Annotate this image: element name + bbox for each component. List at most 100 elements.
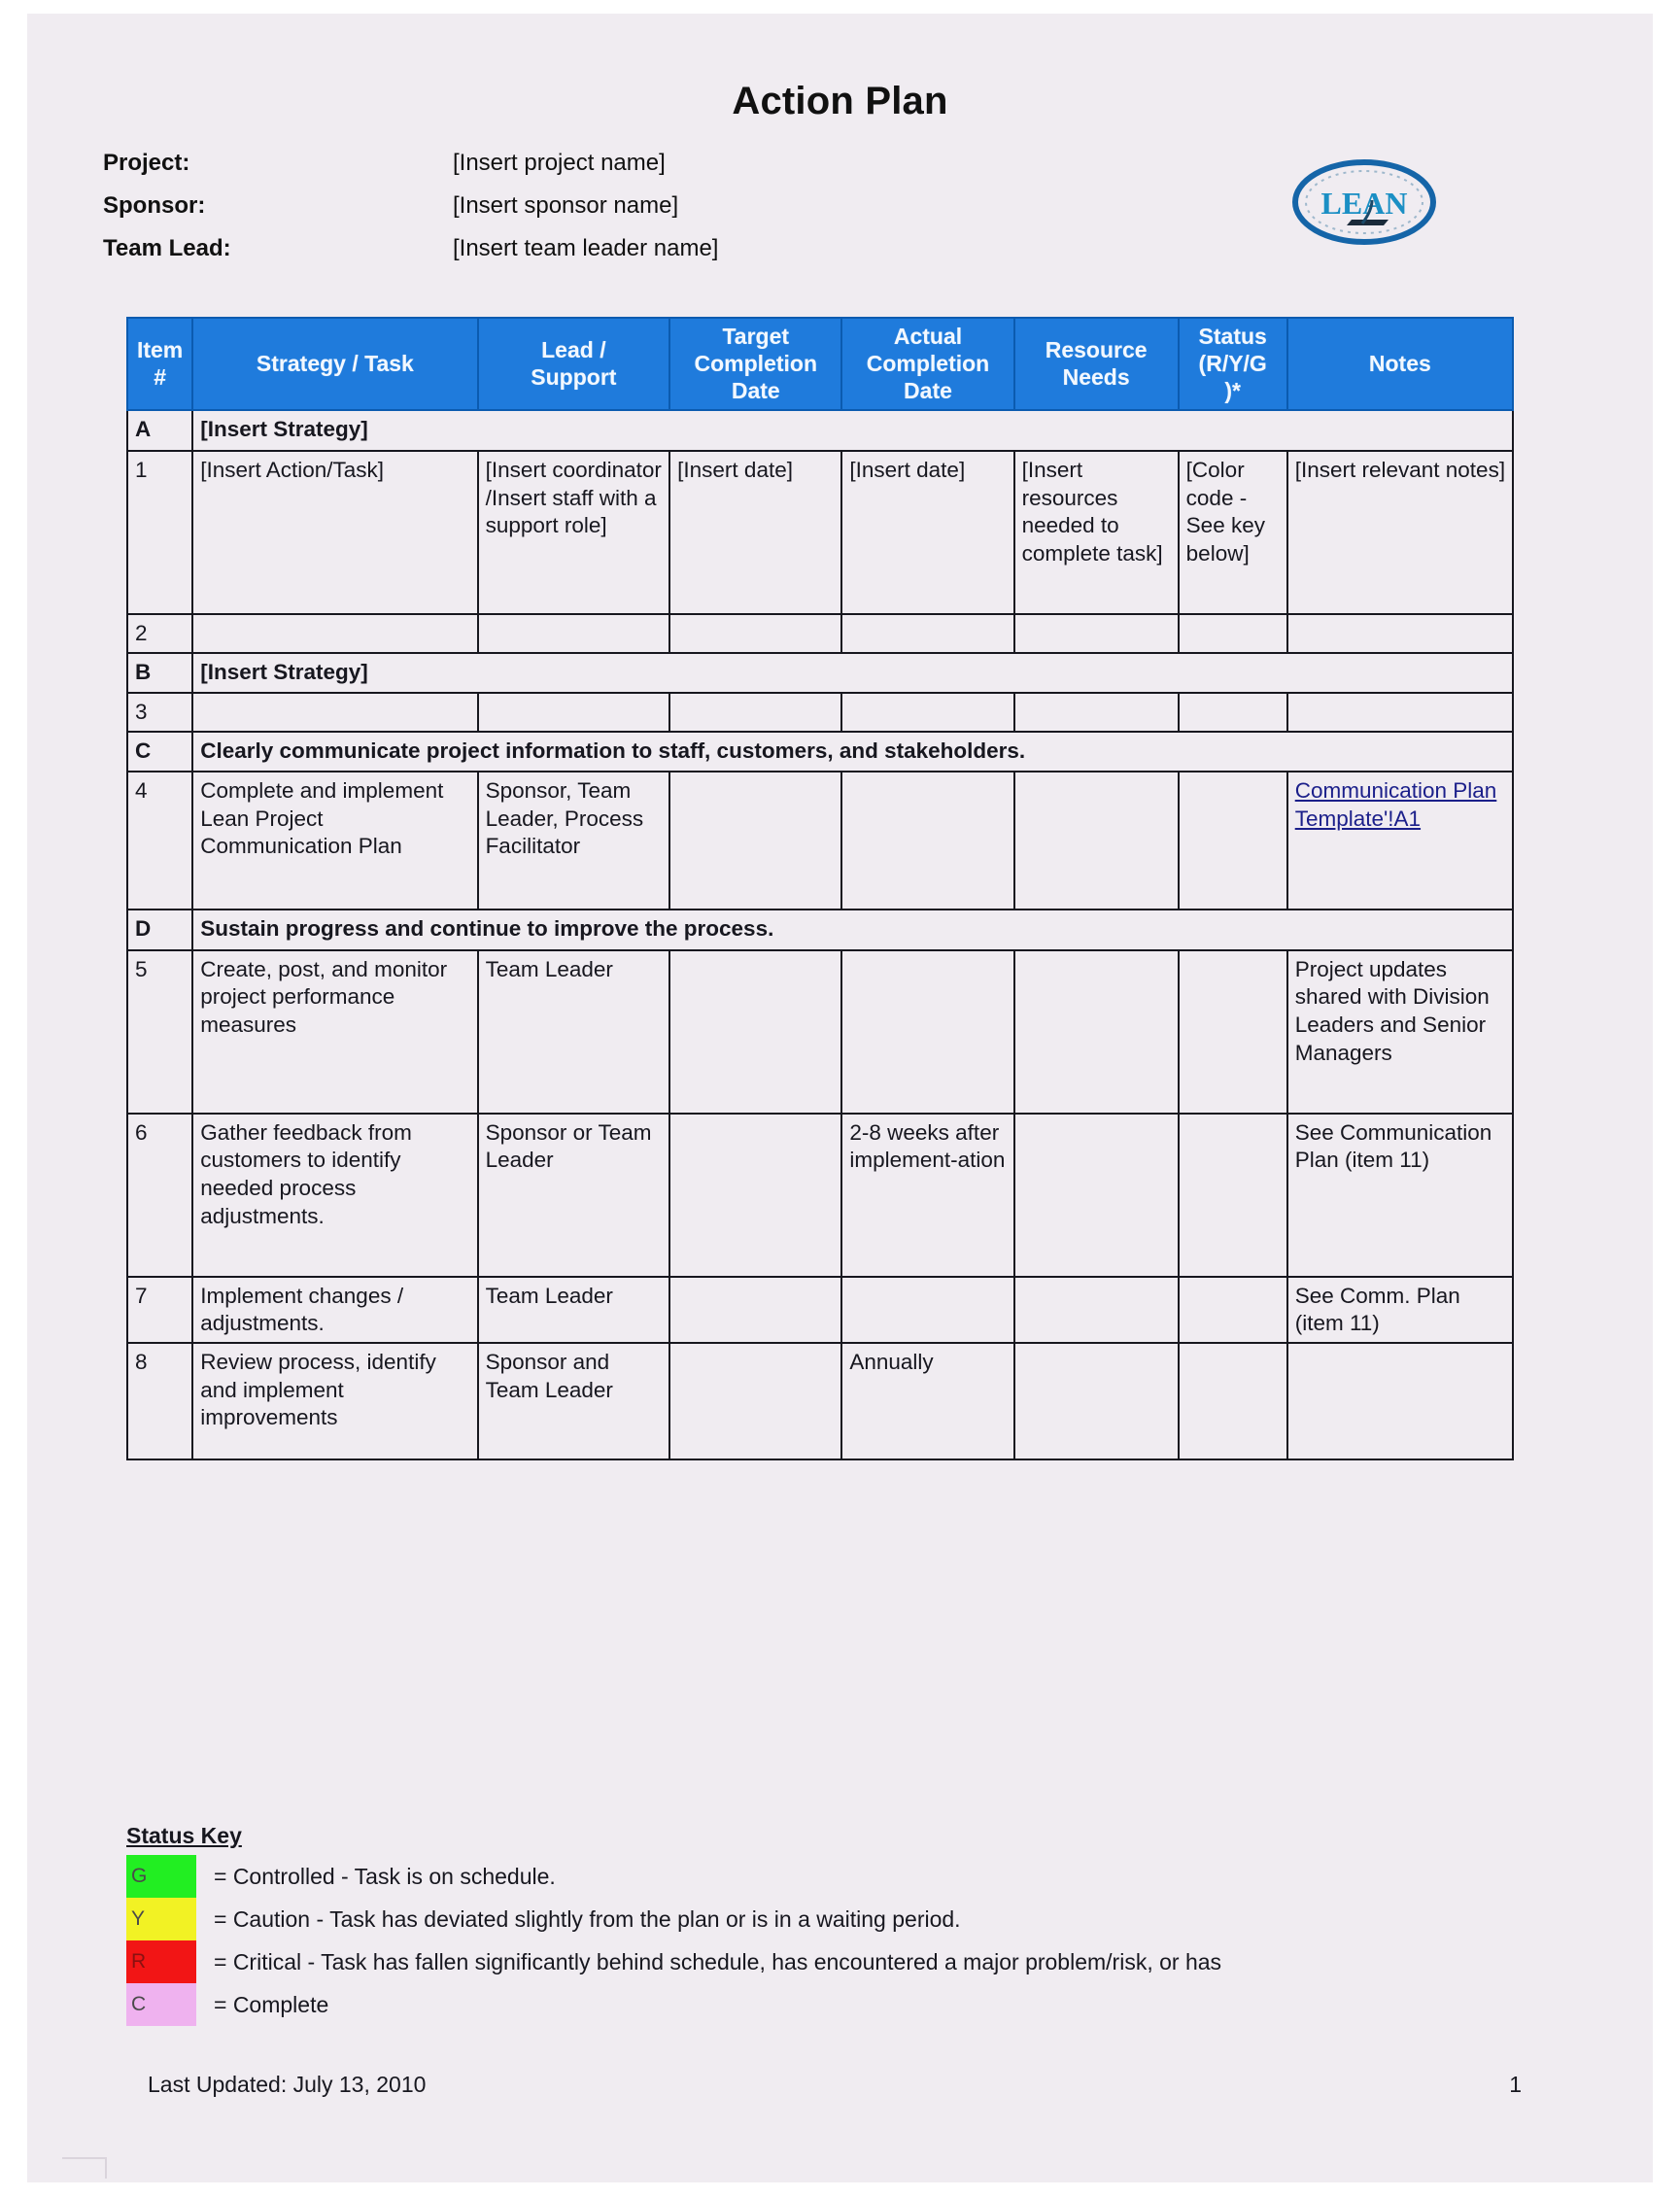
row-target-date[interactable] [669,613,843,654]
last-updated-text: Last Updated: July 13, 2010 [148,2072,427,2097]
row-item-number[interactable]: 4 [125,771,194,911]
svg-text:LEAN: LEAN [1321,186,1408,221]
row-target-date[interactable] [669,1112,843,1278]
row-target-date[interactable] [669,948,843,1115]
meta-value-sponsor[interactable]: [Insert sponsor name] [453,192,678,220]
row-status[interactable] [1177,613,1288,654]
column-header-lead-support[interactable]: Lead / Support [476,316,671,412]
row-target-date[interactable] [669,1341,843,1460]
row-resources[interactable] [1012,948,1180,1115]
row-item-number[interactable]: 7 [125,1275,194,1344]
row-lead[interactable]: Team Leader [476,948,671,1115]
row-item-number[interactable]: 8 [125,1341,194,1460]
row-resources[interactable] [1012,1112,1180,1278]
meta-row-project: Project: [Insert project name] [103,150,977,192]
row-target-date[interactable] [669,692,843,733]
section-id[interactable]: A [125,409,194,453]
section-title[interactable]: Sustain progress and continue to improve… [191,909,1514,951]
column-header-strategy-task[interactable]: Strategy / Task [191,316,479,412]
row-item-number[interactable]: 5 [125,948,194,1115]
row-notes[interactable]: See Comm. Plan (item 11) [1286,1275,1515,1344]
row-actual-date[interactable] [840,692,1015,733]
row-actual-date[interactable]: [Insert date] [840,450,1015,616]
row-lead[interactable]: Sponsor and Team Leader [476,1341,671,1460]
row-target-date[interactable]: [Insert date] [669,450,843,616]
row-lead[interactable]: Team Leader [476,1275,671,1344]
row-status[interactable] [1177,1275,1288,1344]
row-resources[interactable] [1012,1275,1180,1344]
row-target-date[interactable] [669,1275,843,1344]
row-actual-date[interactable] [840,948,1015,1115]
table-header-row: Item # Strategy / Task Lead / Support Ta… [125,316,1515,412]
row-lead[interactable]: Sponsor, Team Leader, Process Facilitato… [476,771,671,911]
status-key-row-red: R = Critical - Task has fallen significa… [126,1940,1545,1983]
row-resources[interactable] [1012,613,1180,654]
section-title[interactable]: [Insert Strategy] [191,409,1514,453]
row-task[interactable] [191,613,479,654]
column-header-target-date-line3: Date [731,377,780,403]
row-task[interactable]: Complete and implement Lean Project Comm… [191,771,479,911]
row-status[interactable] [1177,948,1288,1115]
row-lead[interactable] [476,692,671,733]
row-task[interactable]: Review process, identify and implement i… [191,1341,479,1460]
column-header-status[interactable]: Status (R/Y/G )* [1177,316,1288,412]
section-title[interactable]: [Insert Strategy] [191,651,1514,695]
row-lead[interactable] [476,613,671,654]
column-header-target-date-line1: Target [722,324,790,349]
column-header-target-date[interactable]: Target Completion Date [669,316,843,412]
page-corner-mark [62,2157,107,2179]
row-actual-date[interactable] [840,1275,1015,1344]
column-header-actual-date[interactable]: Actual Completion Date [840,316,1015,412]
row-status[interactable]: [Color code - See key below] [1177,450,1288,616]
row-status[interactable] [1177,692,1288,733]
row-resources[interactable] [1012,692,1180,733]
row-task[interactable]: Create, post, and monitor project perfor… [191,948,479,1115]
row-item-number[interactable]: 3 [125,692,194,733]
row-status[interactable] [1177,771,1288,911]
row-notes[interactable]: Project updates shared with Division Lea… [1286,948,1515,1115]
section-id[interactable]: D [125,909,194,951]
row-notes[interactable]: [Insert relevant notes] [1286,450,1515,616]
row-actual-date[interactable]: Annually [840,1341,1015,1460]
column-header-notes[interactable]: Notes [1286,316,1515,412]
column-header-lead-support-line1: Lead / [541,336,606,362]
row-actual-date[interactable] [840,613,1015,654]
status-key-title: Status Key [126,1823,242,1848]
row-resources[interactable] [1012,771,1180,911]
row-notes[interactable] [1286,613,1515,654]
row-resources[interactable]: [Insert resources needed to complete tas… [1012,450,1180,616]
row-lead[interactable]: [Insert coordinator /Insert staff with a… [476,450,671,616]
column-header-item[interactable]: Item # [125,316,194,412]
column-header-actual-date-line3: Date [904,377,952,403]
row-status[interactable] [1177,1112,1288,1278]
section-title[interactable]: Clearly communicate project information … [191,730,1514,773]
section-id[interactable]: B [125,651,194,695]
row-task[interactable]: [Insert Action/Task] [191,450,479,616]
section-id[interactable]: C [125,730,194,773]
row-task[interactable]: Implement changes / adjustments. [191,1275,479,1344]
row-item-number[interactable]: 1 [125,450,194,616]
meta-label-team-lead: Team Lead: [103,235,231,261]
meta-value-project[interactable]: [Insert project name] [453,150,666,177]
status-key: Status Key G = Controlled - Task is on s… [126,1823,1545,2026]
page-number: 1 [1509,2072,1522,2097]
row-task[interactable] [191,692,479,733]
meta-value-team-lead[interactable]: [Insert team leader name] [453,235,718,262]
column-header-target-date-line2: Completion [694,350,818,376]
table-row: 1 [Insert Action/Task] [Insert coordinat… [125,450,1515,616]
row-resources[interactable] [1012,1341,1180,1460]
column-header-status-line3: )* [1224,377,1241,403]
row-status[interactable] [1177,1341,1288,1460]
row-notes[interactable]: See Communication Plan (item 11) [1286,1112,1515,1278]
row-task[interactable]: Gather feedback from customers to identi… [191,1112,479,1278]
row-actual-date[interactable]: 2-8 weeks after implement-ation [840,1112,1015,1278]
row-lead[interactable]: Sponsor or Team Leader [476,1112,671,1278]
row-item-number[interactable]: 6 [125,1112,194,1278]
row-notes[interactable] [1286,692,1515,733]
row-notes[interactable] [1286,1341,1515,1460]
communication-plan-link[interactable]: Communication Plan Template'!A1 [1295,778,1497,831]
column-header-resource-needs[interactable]: Resource Needs [1012,316,1180,412]
row-target-date[interactable] [669,771,843,911]
row-item-number[interactable]: 2 [125,613,194,654]
row-actual-date[interactable] [840,771,1015,911]
